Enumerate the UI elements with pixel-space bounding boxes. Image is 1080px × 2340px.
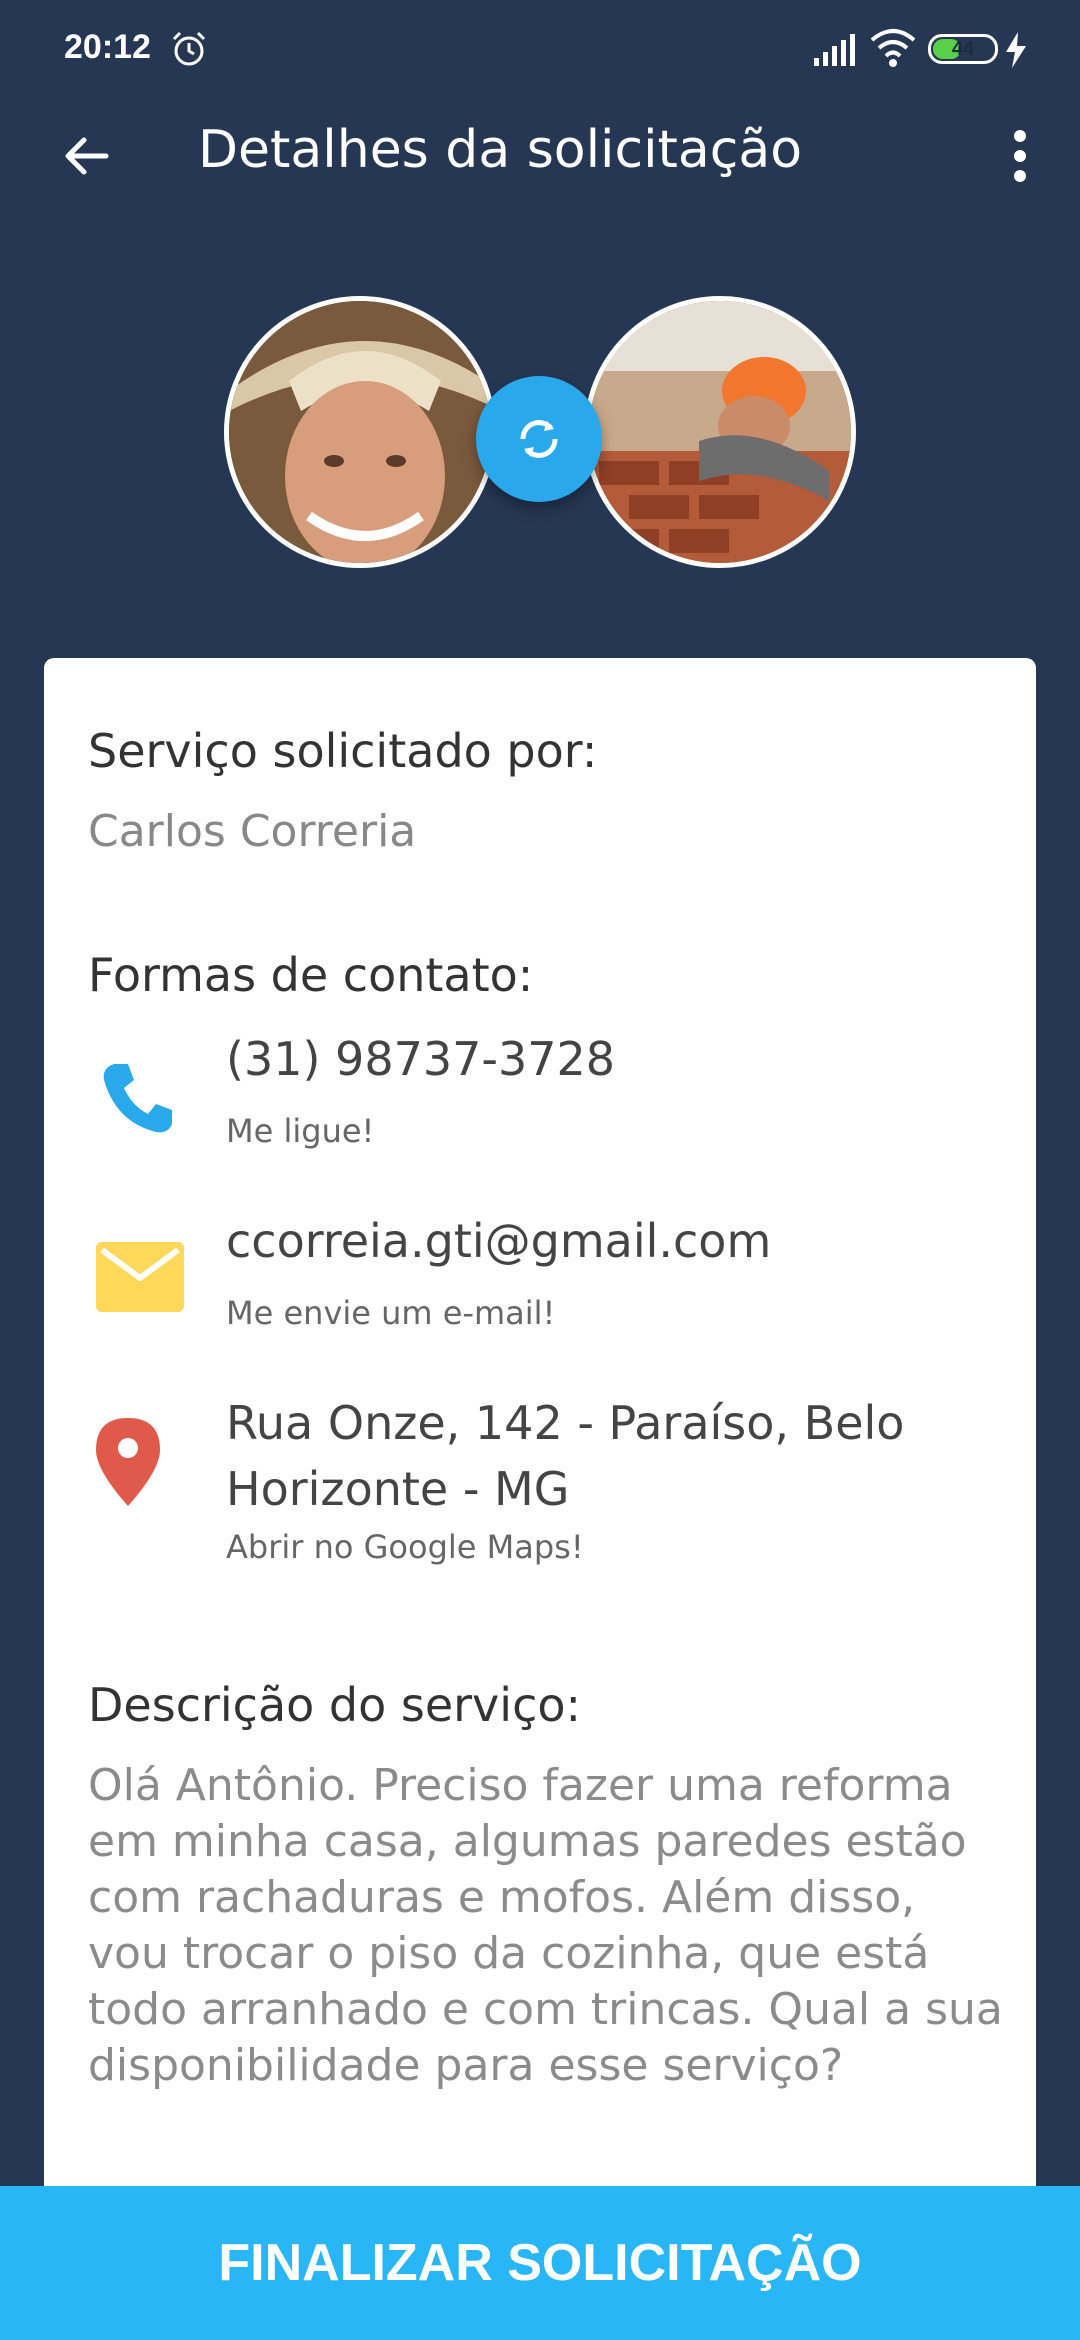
status-bar: 20:12 44 [0,0,1080,100]
battery-level: 44 [951,37,975,60]
requested-by-label: Serviço solicitado por: [88,724,598,778]
envelope-icon[interactable] [96,1242,184,1312]
requester-avatar [224,296,496,568]
email-hint: Me envie um e-mail! [226,1294,556,1332]
service-description: Olá Antônio. Preciso fazer uma reforma e… [88,1760,1003,2091]
page-title: Detalhes da solicitação [198,120,803,180]
phone-hint: Me ligue! [226,1112,375,1150]
finalize-request-button[interactable]: FINALIZAR SOLICITAÇÃO [0,2186,1080,2340]
swap-button[interactable] [476,376,602,502]
address-hint[interactable]: Abrir no Google Maps! [226,1528,584,1566]
description-label: Descrição do serviço: [88,1678,581,1732]
contact-label: Formas de contato: [88,948,534,1002]
charging-icon [1006,32,1026,68]
map-pin-icon[interactable] [96,1418,160,1506]
address[interactable]: Rua Onze, 142 - Paraíso, Belo Horizonte … [226,1390,986,1522]
phone-number[interactable]: (31) 98737-3728 [226,1026,986,1092]
battery-icon: 44 [928,34,998,64]
status-time: 20:12 [64,28,151,66]
requester-name: Carlos Correria [88,806,417,857]
signal-icon [814,34,855,66]
phone-icon[interactable] [96,1056,180,1140]
back-arrow-icon[interactable] [56,124,120,188]
worker-avatar [584,296,856,568]
sync-icon [520,420,558,458]
alarm-icon [172,31,206,66]
wifi-icon [870,29,916,67]
app-bar: Detalhes da solicitação [0,100,1080,210]
email-address[interactable]: ccorreia.gti@gmail.com [226,1208,986,1274]
more-vertical-icon[interactable] [996,124,1044,188]
request-details-card: Serviço solicitado por: Carlos Correria … [44,658,1036,2198]
